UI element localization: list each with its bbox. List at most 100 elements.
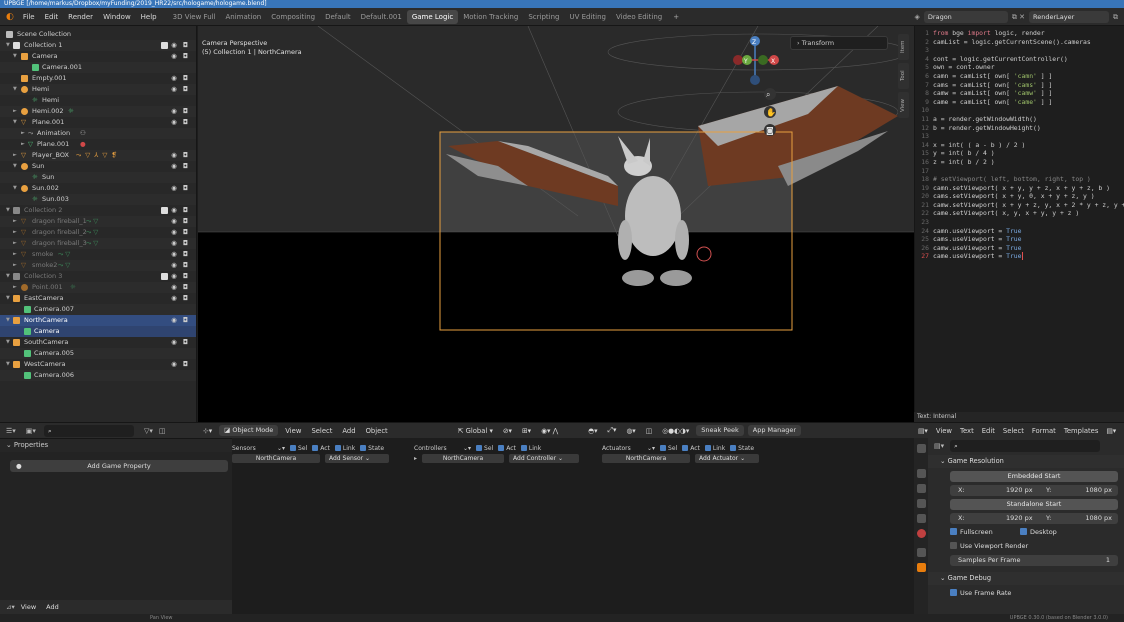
display-mode-icon[interactable]: ▣▾ [26, 427, 36, 435]
menu-select[interactable]: Select [999, 427, 1028, 435]
use-frame-rate-checkbox[interactable]: Use Frame Rate [950, 588, 1118, 599]
visibility-icons[interactable]: ◉ ◘ [171, 106, 190, 117]
visibility-icons[interactable]: ◉ ◘ [171, 84, 190, 95]
menu-view[interactable]: View [932, 427, 956, 435]
workspace-tab-scripting[interactable]: Scripting [523, 10, 564, 24]
text-datablock-icon[interactable]: ▤▾ [1102, 427, 1120, 435]
outliner-row[interactable]: Camera.007 [0, 304, 196, 315]
expand-arrow-icon[interactable]: ► [13, 260, 17, 271]
3d-viewport[interactable]: Z Y X ⌕ ✋ ◙ Camera Perspective (5) Colle… [198, 26, 914, 422]
expand-arrow-icon[interactable]: ▼ [6, 337, 10, 348]
expand-arrow-icon[interactable]: ▼ [13, 161, 17, 172]
workspace-tab-game-logic[interactable]: Game Logic [406, 9, 459, 24]
tab-tool[interactable]: Tool [898, 63, 909, 89]
outliner-row[interactable]: ► Hemi.002 ☼ ◉ ◘ [0, 106, 196, 117]
visibility-icons[interactable]: ◉ ◘ [171, 161, 190, 172]
expand-arrow-icon[interactable]: ▼ [6, 315, 10, 326]
samples-per-frame-field[interactable]: Samples Per Frame 1 [950, 555, 1118, 566]
outliner-row[interactable]: ▼ SouthCamera ◉ ◘ [0, 337, 196, 348]
blender-logo-icon[interactable]: ◐ [6, 12, 14, 22]
actuators-object-name[interactable]: NorthCamera [602, 453, 690, 463]
expand-arrow-icon[interactable]: ▼ [6, 271, 10, 282]
text-editor[interactable]: 1 from bge import logic, render 2 camList … [914, 26, 1124, 412]
visibility-icons[interactable]: ◉ ◘ [171, 238, 190, 249]
sensors-object-name[interactable]: NorthCamera [232, 453, 320, 463]
menu-view[interactable]: View [280, 427, 306, 435]
properties-search-field[interactable]: ⌕ [950, 439, 1101, 452]
outliner-row[interactable]: ☼ Hemi [0, 95, 196, 106]
sneak-peek-button[interactable]: Sneak Peek [696, 425, 744, 436]
sensors-state-toggle[interactable]: State [360, 444, 384, 452]
workspace-tab-video-editing[interactable]: Video Editing [611, 10, 667, 24]
visibility-icons[interactable]: ◉ ◘ [171, 150, 190, 161]
outliner-row[interactable]: Camera.005 [0, 348, 196, 359]
expand-arrow-icon[interactable]: ▼ [6, 40, 10, 51]
expand-arrow-icon[interactable]: ▼ [6, 293, 10, 304]
visibility-icons[interactable]: ◉ ◘ [171, 359, 190, 370]
visibility-icons[interactable]: ◉ ◘ [171, 117, 190, 128]
editor-type-icon[interactable]: ☰▾ [6, 427, 16, 435]
add-actuator-dropdown[interactable]: Add Actuator ⌄ [695, 453, 759, 463]
visibility-icons[interactable]: ◉ ◘ [171, 271, 190, 282]
object-mode-dropdown[interactable]: ◪ Object Mode [219, 425, 279, 436]
menu-window[interactable]: Window [98, 8, 136, 25]
menu-file[interactable]: File [18, 8, 40, 25]
expand-arrow-icon[interactable]: ► [21, 139, 25, 150]
expand-arrow-icon[interactable]: ► [13, 238, 17, 249]
expand-arrow-icon[interactable]: ► [13, 227, 17, 238]
outliner-row[interactable]: Empty.001 ◉ ◘ [0, 73, 196, 84]
new-collection-icon[interactable]: ◫ [159, 427, 166, 435]
outliner-row[interactable]: ▼ Sun ◉ ◘ [0, 161, 196, 172]
outliner-row[interactable]: ▼ Collection 2 ◉ ◘ [0, 205, 196, 216]
visibility-icons[interactable]: ◉ ◘ [171, 216, 190, 227]
visibility-icons[interactable]: ◉ ◘ [171, 337, 190, 348]
expand-arrow-icon[interactable]: ▼ [6, 205, 10, 216]
expand-arrow-icon[interactable]: ▼ [13, 117, 17, 128]
expand-arrow-icon[interactable]: ▸ [414, 455, 417, 462]
add-workspace-plus-icon[interactable]: + [667, 13, 685, 21]
expand-arrow-icon[interactable]: ▼ [6, 359, 10, 370]
overlay-toggle-icon[interactable]: ◍▾ [621, 427, 640, 435]
add-game-property-button[interactable]: ● Add Game Property [10, 460, 228, 472]
expand-arrow-icon[interactable]: ► [13, 150, 17, 161]
outliner-row[interactable]: ▼ Sun.002 ◉ ◘ [0, 183, 196, 194]
outliner-row[interactable]: ▼ Collection 3 ◉ ◘ [0, 271, 196, 282]
outliner-row[interactable]: ▼ ▽ Plane.001 ◉ ◘ [0, 117, 196, 128]
expand-arrow-icon[interactable]: ► [21, 128, 25, 139]
outliner-row[interactable]: ► ▽ Player_BOX ⤳ ▽ ⅄ ▽ ❡ ◉ ◘ [0, 150, 196, 161]
expand-arrow-icon[interactable]: ► [13, 216, 17, 227]
shading-mode-icons[interactable]: ◎●◐◑▾ [657, 427, 694, 435]
new-view-layer-icon[interactable]: ⧉ [1113, 13, 1118, 22]
desktop-checkbox[interactable]: Desktop [1020, 527, 1057, 538]
outliner-row[interactable]: ▼ Camera ◉ ◘ [0, 51, 196, 62]
sensors-link-toggle[interactable]: Link [334, 444, 355, 452]
filter-icon[interactable]: ▽▾ [144, 427, 153, 435]
new-scene-icon[interactable]: ⧉ ✕ [1012, 13, 1025, 22]
actuators-link-toggle[interactable]: Link [704, 444, 725, 452]
expand-arrow-icon[interactable]: ▼ [13, 84, 17, 95]
menu-select[interactable]: Select [306, 427, 337, 435]
outliner-row[interactable]: ▼ WestCamera ◉ ◘ [0, 359, 196, 370]
game-debug-section[interactable]: ⌄ Game Debug [928, 572, 1124, 585]
visibility-icons[interactable]: ◉ ◘ [171, 293, 190, 304]
tab-view[interactable]: View [898, 92, 909, 118]
editor-type-icon[interactable]: ⊿▾ [6, 603, 15, 611]
view-layer-tab-icon[interactable] [916, 499, 926, 508]
outliner-row[interactable]: ► Point.001 ☼ ◉ ◘ [0, 282, 196, 293]
tab-item[interactable]: Item [898, 34, 909, 60]
scene-selector[interactable]: Dragon [923, 11, 1008, 23]
camera-view-icon[interactable]: ◙ [766, 126, 774, 135]
outliner-row-selected[interactable]: Camera [0, 326, 196, 337]
editor-type-icon[interactable]: ▤▾ [934, 442, 944, 450]
expand-arrow-icon[interactable]: ► [13, 249, 17, 260]
collection-checkbox[interactable] [161, 273, 168, 280]
gizmo-toggle-icon[interactable]: ⤢▾ [603, 426, 622, 435]
add-sensor-dropdown[interactable]: Add Sensor ⌄ [325, 453, 389, 463]
outliner-row[interactable]: ► ▽ smoke ⤳ ▽ ◉ ◘ [0, 249, 196, 260]
game-resolution-section[interactable]: ⌄ Game Resolution [928, 455, 1124, 468]
use-viewport-render-checkbox[interactable]: Use Viewport Render [950, 541, 1118, 552]
outliner-row[interactable]: ▼ Collection 1 ◉ ◘ [0, 40, 196, 51]
visibility-icons[interactable]: ◉ ◘ [171, 73, 190, 84]
actuators-state-toggle[interactable]: State [730, 444, 754, 452]
expand-arrow-icon[interactable]: ▼ [13, 183, 17, 194]
